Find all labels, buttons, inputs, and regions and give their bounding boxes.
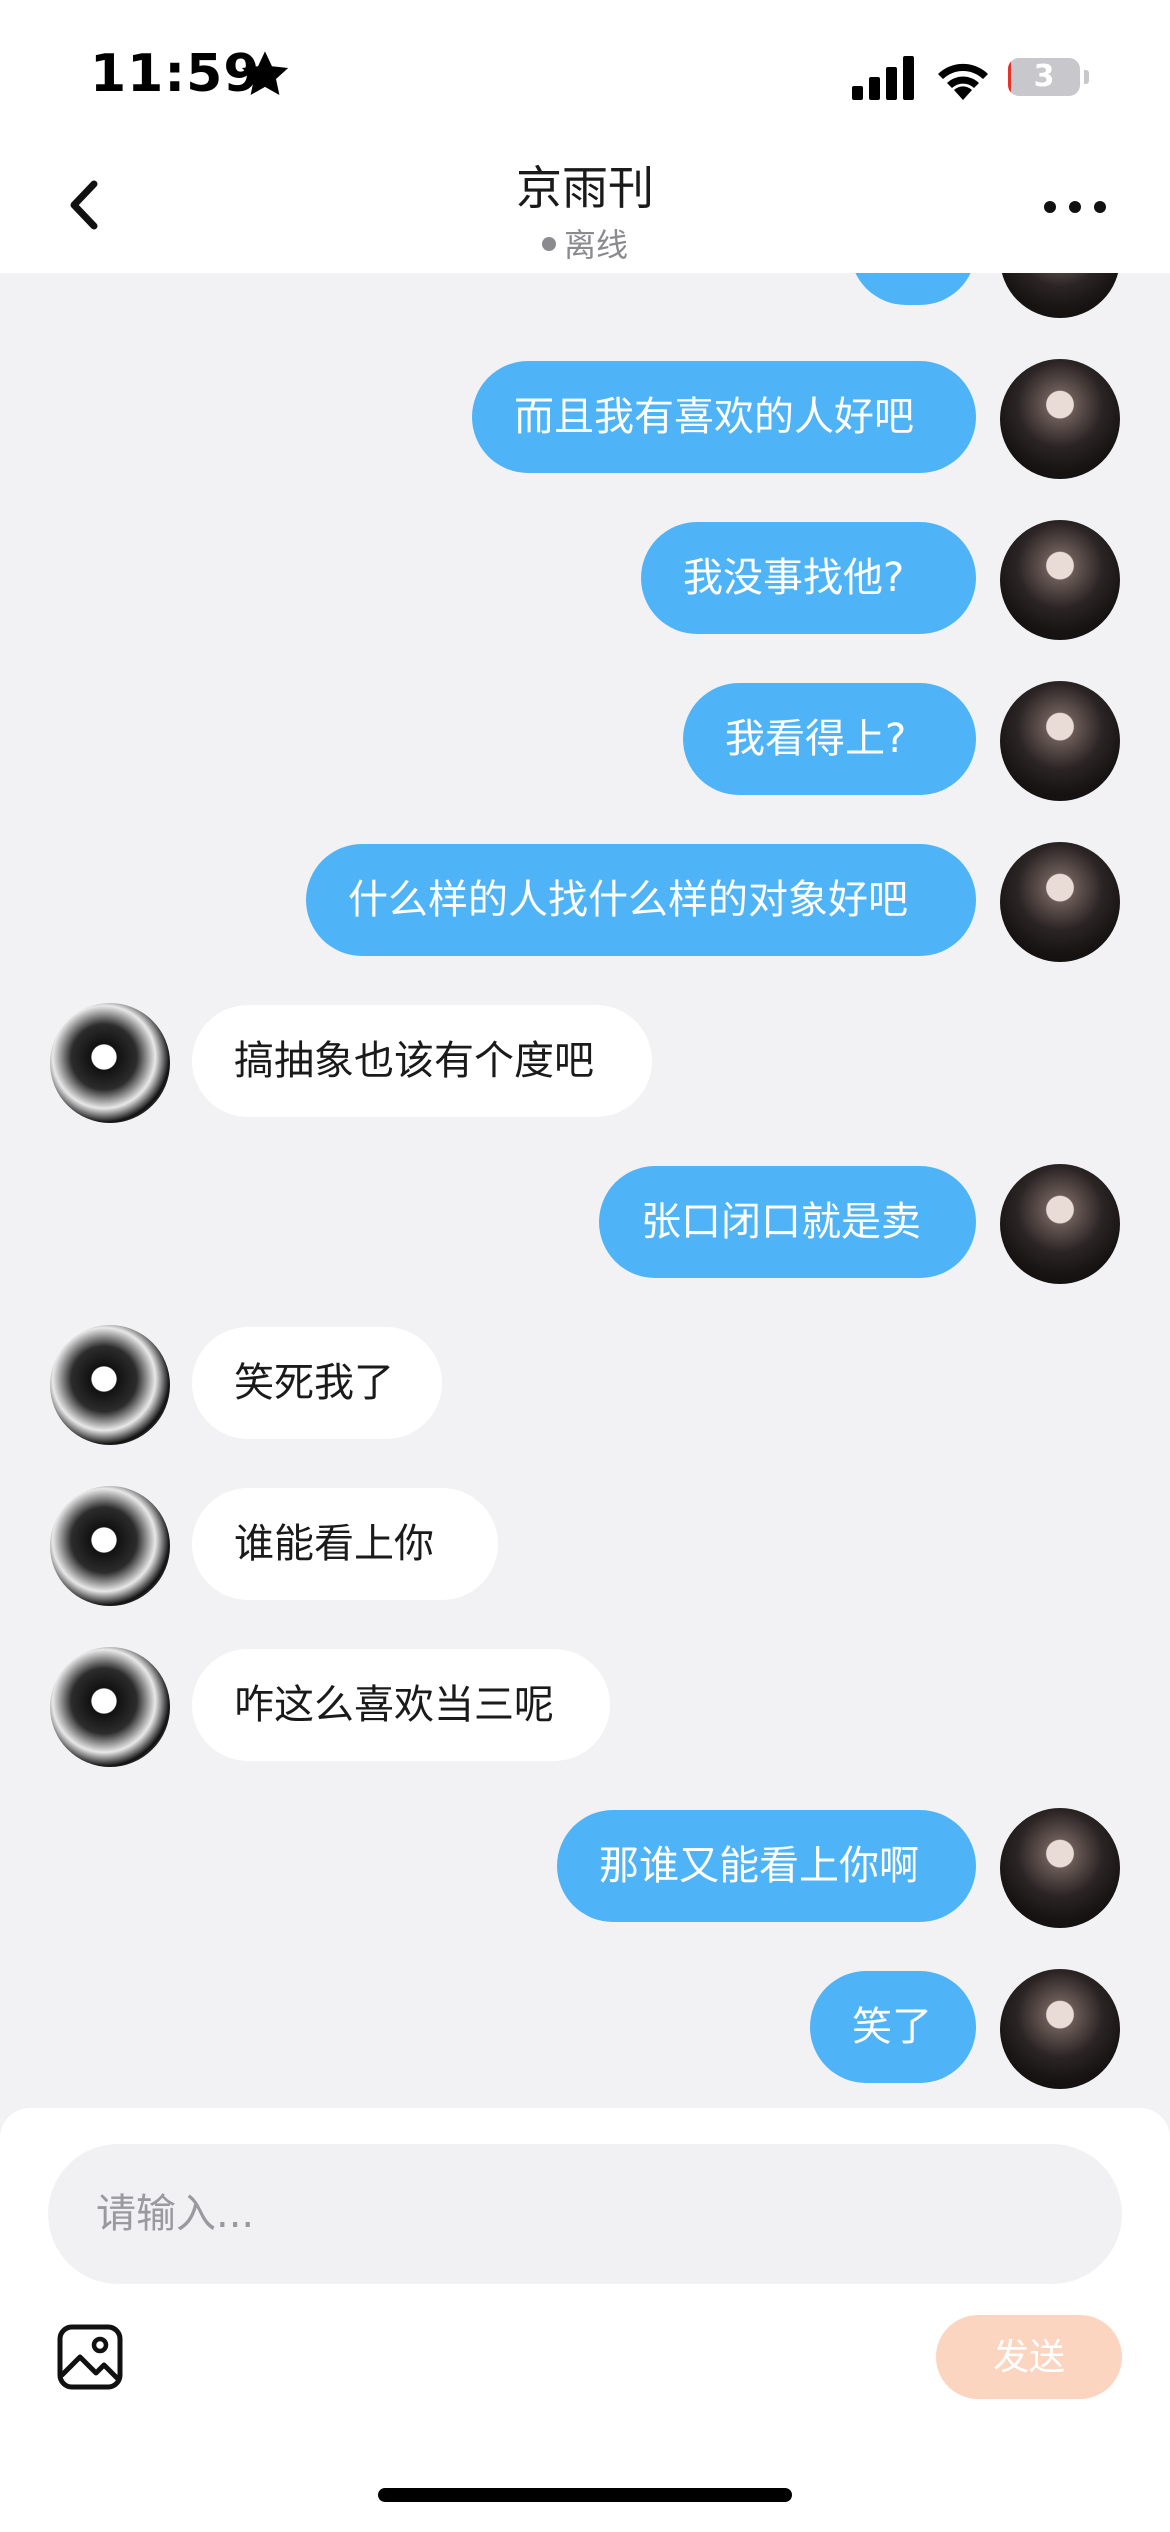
- chat-screen: 11:59 3 京雨刊 离线 而且我有喜欢的人好吧 我没事找他? 我看得上? 什…: [0, 0, 1170, 2532]
- message-composer: 发送: [0, 2108, 1170, 2532]
- my-avatar[interactable]: [1000, 359, 1120, 479]
- my-avatar[interactable]: [1000, 520, 1120, 640]
- star-icon: [241, 51, 289, 96]
- my-avatar[interactable]: [1000, 842, 1120, 962]
- home-indicator[interactable]: [378, 2488, 792, 2502]
- presence-label: 离线: [563, 226, 628, 264]
- wifi-icon: [938, 63, 988, 100]
- contact-avatar[interactable]: [50, 1647, 170, 1767]
- message-bubble-incoming[interactable]: 笑死我了: [192, 1327, 442, 1439]
- contact-name: 京雨刊: [516, 161, 654, 215]
- status-bar: 11:59 3: [0, 0, 1170, 150]
- message-bubble-incoming[interactable]: 搞抽象也该有个度吧: [192, 1005, 652, 1117]
- contact-avatar[interactable]: [50, 1325, 170, 1445]
- contact-avatar[interactable]: [50, 1003, 170, 1123]
- message-input[interactable]: [48, 2144, 1122, 2284]
- image-icon[interactable]: [56, 2323, 124, 2391]
- my-avatar[interactable]: [1000, 1164, 1120, 1284]
- message-bubble-outgoing[interactable]: 我看得上?: [683, 683, 976, 795]
- my-avatar[interactable]: [1000, 1969, 1120, 2089]
- message-bubble-outgoing[interactable]: 什么样的人找什么样的对象好吧: [306, 844, 976, 956]
- presence-dot: [541, 237, 556, 251]
- message-bubble-incoming[interactable]: 谁能看上你: [192, 1488, 498, 1600]
- presence-status: 离线: [0, 220, 1170, 266]
- message-bubble-outgoing[interactable]: 张口闭口就是卖: [599, 1166, 976, 1278]
- my-avatar[interactable]: [1000, 273, 1120, 318]
- more-dots-icon[interactable]: [1040, 192, 1110, 222]
- battery-cap: [1084, 70, 1089, 84]
- message-bubble-incoming[interactable]: 咋这么喜欢当三呢: [192, 1649, 610, 1761]
- message-bubble-outgoing[interactable]: 我没事找他?: [641, 522, 976, 634]
- message-bubble-outgoing[interactable]: 笑了: [810, 1971, 976, 2083]
- my-avatar[interactable]: [1000, 1808, 1120, 1928]
- chat-header: 京雨刊 离线: [0, 150, 1170, 273]
- my-avatar[interactable]: [1000, 681, 1120, 801]
- message-list[interactable]: 而且我有喜欢的人好吧 我没事找他? 我看得上? 什么样的人找什么样的对象好吧 搞…: [0, 273, 1170, 2108]
- cellular-signal-icon: [852, 56, 914, 100]
- message-bubble-outgoing[interactable]: 那谁又能看上你啊: [557, 1810, 976, 1922]
- battery-level: 3: [1033, 59, 1055, 94]
- battery-icon: 3: [1008, 58, 1080, 96]
- message-bubble-outgoing[interactable]: 而且我有喜欢的人好吧: [472, 361, 976, 473]
- status-time: 11:59: [90, 44, 261, 104]
- contact-avatar[interactable]: [50, 1486, 170, 1606]
- message-bubble-outgoing[interactable]: [850, 273, 976, 305]
- send-button[interactable]: 发送: [936, 2315, 1122, 2399]
